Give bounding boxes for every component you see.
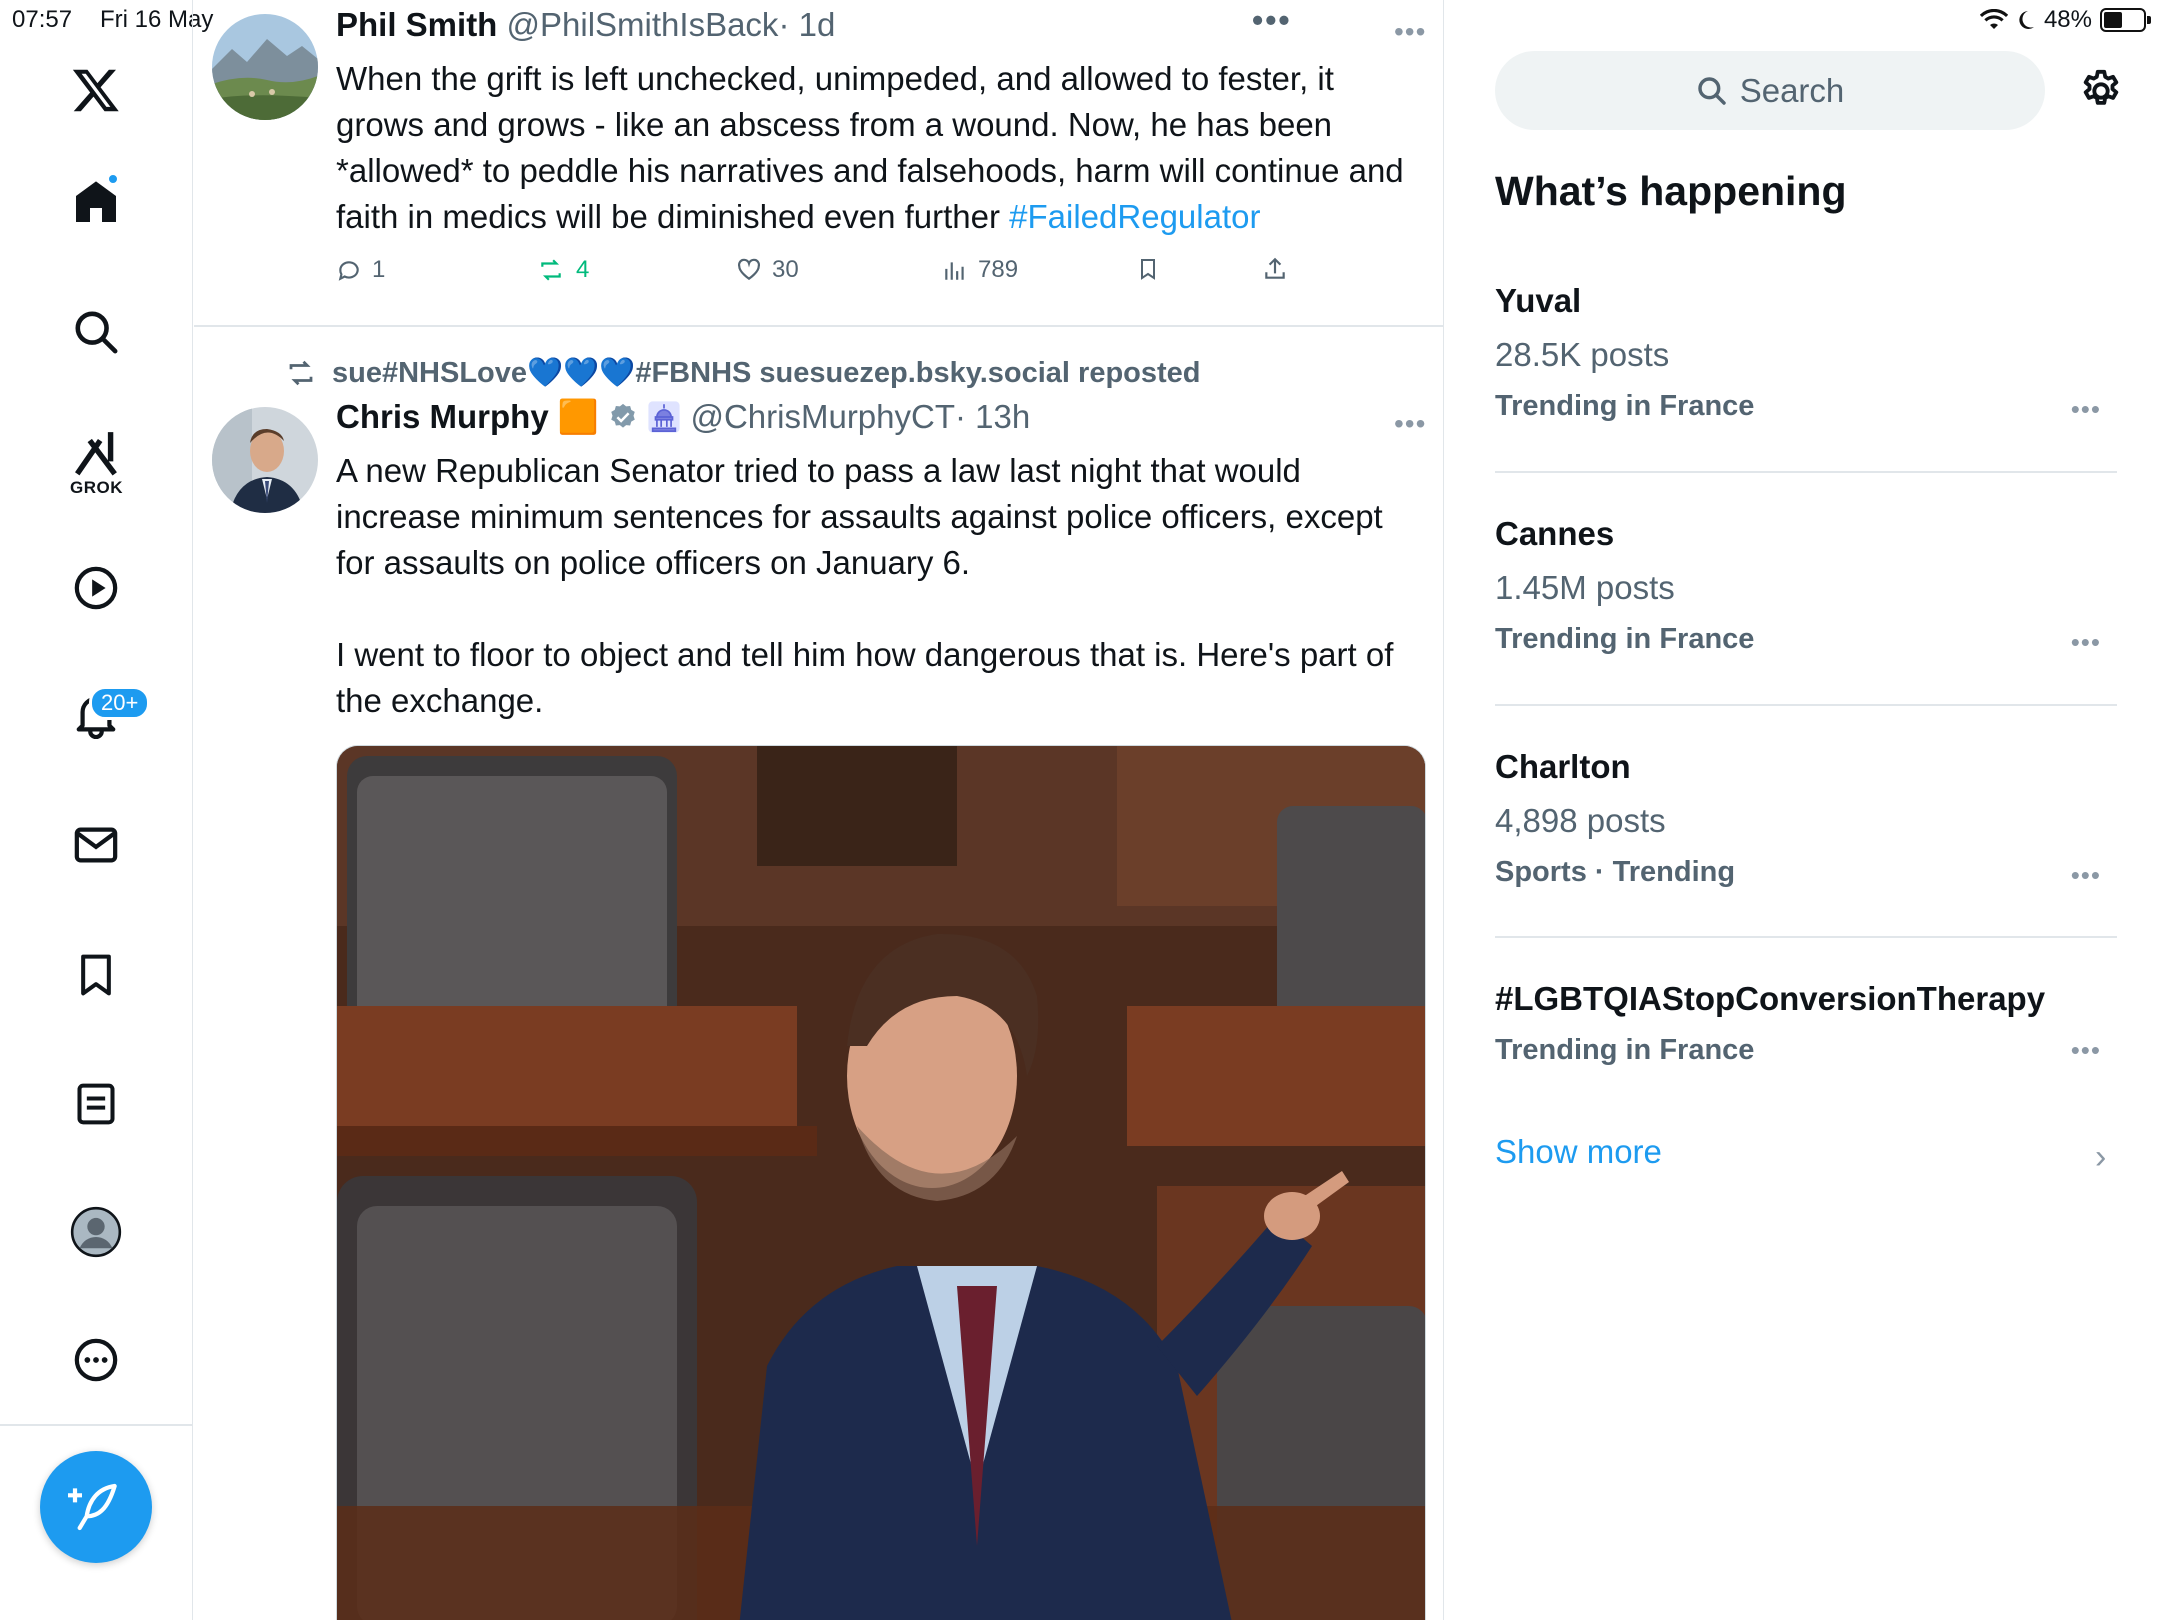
bookmark-icon: [1141, 259, 1155, 280]
repost-icon: [541, 259, 561, 281]
compose-post-button[interactable]: [40, 1451, 152, 1563]
tweet1-handle[interactable]: @PhilSmithIsBack: [507, 6, 779, 43]
trend-context: Trending in France: [1495, 390, 1755, 422]
trend-context: Trending in France: [1495, 1034, 1755, 1066]
government-capitol-badge-icon: [648, 401, 680, 433]
battery-percent: 48%: [2043, 6, 2092, 33]
compose-feather-icon: [68, 1483, 117, 1531]
messages-envelope-icon[interactable]: [56, 805, 136, 885]
trend-divider: [1495, 471, 2117, 473]
show-more-link[interactable]: Show more: [1495, 1133, 1662, 1171]
repost-icon: [289, 360, 313, 386]
tweet2-text: A new Republican Senator tried to pass a…: [336, 452, 1394, 719]
chris-murphy-avatar[interactable]: [212, 407, 318, 513]
trend-more-button[interactable]: •••: [2071, 860, 2101, 891]
tweet1-like-button[interactable]: 30: [736, 256, 799, 284]
trend-item[interactable]: Yuval 28.5K posts Trending in France •••: [1495, 282, 2117, 425]
tweet2-handle[interactable]: @ChrisMurphyCT: [690, 398, 955, 435]
trend-post-count: 1.45M posts: [1495, 569, 1675, 606]
whats-happening-heading: What’s happening: [1495, 168, 1847, 214]
moon-icon: [2019, 11, 2034, 29]
home-unread-dot: [107, 173, 119, 185]
tweet1-actions: 1 4 30 789: [336, 256, 1336, 292]
search-placeholder: Search: [1739, 71, 1845, 109]
trend-title: Yuval: [1495, 282, 1582, 319]
trend-divider: [1495, 704, 2117, 706]
settings-gear-icon[interactable]: [2078, 68, 2124, 119]
repost-by-text: sue#NHSLove💙💙💙#FBNHS suesuezep.bsky.soci…: [332, 357, 1201, 389]
trend-more-button[interactable]: •••: [2071, 627, 2101, 658]
trend-more-button[interactable]: •••: [2071, 394, 2101, 425]
tweet1-header: Phil Smith @PhilSmithIsBack· 1d: [336, 6, 835, 44]
tweet-divider: [194, 325, 1443, 327]
trend-title: Cannes: [1495, 515, 1615, 552]
tweet1-bookmark-button[interactable]: [1136, 256, 1160, 282]
tweet1-reply-count: 1: [372, 256, 386, 283]
tweet1-author-name[interactable]: Phil Smith: [336, 6, 497, 43]
tweet1-time: · 1d: [778, 6, 836, 43]
views-chart-icon: [945, 262, 964, 280]
tweet1-repost-button[interactable]: 4: [536, 256, 589, 284]
tweet2-more-button[interactable]: •••: [1394, 408, 1426, 440]
x-logo-icon[interactable]: [56, 50, 136, 130]
trend-post-count: 28.5K posts: [1495, 336, 1670, 373]
wifi-icon: [1979, 9, 2008, 29]
trend-context: Trending in France: [1495, 623, 1755, 655]
reply-icon: [338, 261, 359, 281]
trend-more-button[interactable]: •••: [2071, 1035, 2101, 1066]
trend-item[interactable]: #LGBTQIAStopConversionTherapy Trending i…: [1495, 980, 2117, 1067]
tweet1-like-count: 30: [772, 256, 799, 283]
repost-indicator[interactable]: sue#NHSLove💙💙💙#FBNHS suesuezep.bsky.soci…: [284, 356, 1201, 390]
senate-floor-video-frame: [337, 746, 1425, 1620]
verified-badge-icon: [611, 403, 635, 428]
tweet1-reply-button[interactable]: 1: [336, 256, 385, 284]
nav-divider: [0, 1424, 193, 1426]
trend-item[interactable]: Charlton 4,898 posts Sports · Trending •…: [1495, 748, 2117, 891]
tweet2-author-name[interactable]: Chris Murphy: [336, 398, 549, 435]
tweet1-text: When the grift is left unchecked, unimpe…: [336, 56, 1426, 240]
tweet1-repost-count: 4: [576, 256, 590, 283]
more-options-icon[interactable]: [56, 1320, 136, 1400]
tweet2-author-emoji: 🟧: [557, 398, 599, 435]
profile-avatar-icon[interactable]: [56, 1192, 136, 1272]
heart-icon: [738, 258, 760, 280]
chevron-right-icon[interactable]: ›: [2095, 1138, 2106, 1177]
trend-item[interactable]: Cannes 1.45M posts Trending in France ••…: [1495, 515, 2117, 658]
tweet2-video-media[interactable]: [336, 745, 1426, 1620]
tweet1-views-button[interactable]: 789: [942, 256, 1018, 284]
tweet2-time: · 13h: [955, 398, 1031, 435]
search-icon: [1697, 76, 1726, 105]
notifications-badge: 20+: [89, 686, 151, 720]
tweet1-share-button[interactable]: [1262, 256, 1288, 282]
tweet1-views-count: 789: [978, 256, 1019, 283]
search-input[interactable]: Search: [1495, 51, 2045, 130]
trend-post-count: 4,898 posts: [1495, 802, 1666, 839]
trend-context: Sports · Trending: [1495, 856, 1736, 888]
tweet1-hashtag-link[interactable]: #FailedRegulator: [1009, 198, 1260, 235]
tweet2-header: Chris Murphy 🟧 @ChrisMurphyCT· 13h: [336, 398, 1030, 437]
battery-icon: [2100, 8, 2151, 32]
trend-divider: [1495, 936, 2117, 938]
grok-label: GROK: [70, 478, 123, 497]
status-indicators: 48%: [1979, 6, 2151, 34]
bookmarks-icon[interactable]: [56, 935, 136, 1015]
trend-title: #LGBTQIAStopConversionTherapy: [1495, 980, 2046, 1017]
share-icon: [1265, 257, 1285, 279]
tweet1-more-button[interactable]: •••: [1394, 16, 1426, 48]
top-handle-dots[interactable]: •••: [1252, 2, 1292, 39]
video-icon[interactable]: [56, 548, 136, 628]
left-nav: GROK 20+: [0, 0, 193, 1620]
timeline-feed: ••• Phil Smith @PhilSmithIsBack· 1d ••• …: [194, 0, 1444, 1620]
search-icon[interactable]: [56, 292, 136, 372]
phil-smith-avatar[interactable]: [212, 14, 318, 120]
lists-icon[interactable]: [56, 1064, 136, 1144]
home-icon[interactable]: [56, 162, 136, 242]
trend-title: Charlton: [1495, 748, 1631, 785]
